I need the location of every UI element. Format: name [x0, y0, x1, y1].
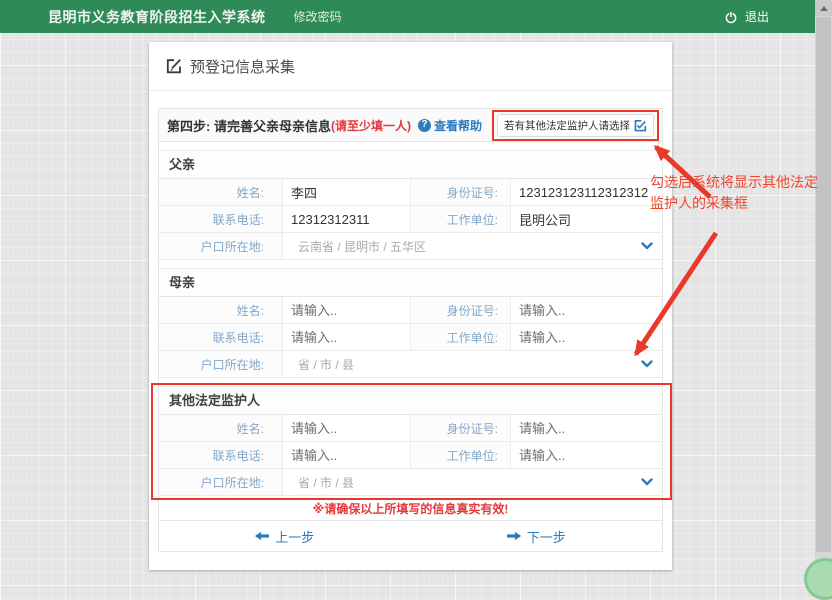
- guardian-region-select[interactable]: 省 / 市 / 县: [283, 469, 632, 495]
- chevron-down-icon[interactable]: [632, 351, 662, 377]
- mother-name-input[interactable]: [291, 303, 410, 318]
- chevron-down-icon[interactable]: [632, 233, 662, 259]
- other-guardian-select-button[interactable]: 若有其他法定监护人请选择: [497, 114, 654, 137]
- validity-notice: ※请确保以上所填写的信息真实有效!: [159, 496, 662, 521]
- guardian-work-label: 工作单位:: [411, 442, 511, 468]
- table-row: 户口所在地: 省 / 市 / 县: [159, 351, 662, 378]
- guardian-id-input[interactable]: [519, 421, 662, 436]
- section-father: 父亲 姓名: 身份证号: 联系电话: 工作单位:: [159, 150, 662, 260]
- scroll-up-icon: [820, 6, 828, 11]
- father-id-input[interactable]: [519, 185, 662, 200]
- next-step-button[interactable]: 下一步: [411, 521, 663, 551]
- guardian-region-label: 户口所在地:: [159, 469, 283, 495]
- form-panel: 第四步: 请完善父亲母亲信息 (请至少填一人) ? 查看帮助 若有其他法定监护人…: [158, 108, 663, 552]
- father-work-input[interactable]: [519, 212, 662, 227]
- section-mother-title: 母亲: [159, 268, 662, 297]
- step-title: 第四步: 请完善父亲母亲信息: [167, 116, 331, 135]
- help-label: 查看帮助: [434, 117, 482, 134]
- vertical-scrollbar[interactable]: [815, 0, 832, 584]
- power-icon: [724, 10, 738, 24]
- table-row: 姓名: 身份证号:: [159, 415, 662, 442]
- father-phone-label: 联系电话:: [159, 206, 283, 232]
- chevron-down-icon[interactable]: [632, 469, 662, 495]
- table-row: 户口所在地: 云南省 / 昆明市 / 五华区: [159, 233, 662, 260]
- father-name-input[interactable]: [291, 185, 410, 200]
- card-header: 预登记信息采集: [149, 42, 672, 91]
- logout-label: 退出: [745, 8, 769, 25]
- guardian-id-label: 身份证号:: [411, 415, 511, 441]
- father-phone-input[interactable]: [291, 212, 410, 227]
- table-row: 联系电话: 工作单位:: [159, 206, 662, 233]
- prev-step-button[interactable]: 上一步: [159, 521, 411, 551]
- checkbox-edit-icon: [634, 119, 647, 132]
- pre-registration-card: 预登记信息采集 第四步: 请完善父亲母亲信息 (请至少填一人) ? 查看帮助 若…: [149, 42, 672, 570]
- step-hint: (请至少填一人): [331, 117, 411, 134]
- scroll-up-button[interactable]: [815, 0, 832, 16]
- top-navbar: 昆明市义务教育阶段招生入学系统 修改密码 退出: [0, 0, 815, 33]
- table-row: 联系电话: 工作单位:: [159, 324, 662, 351]
- section-other-guardian: 其他法定监护人 姓名: 身份证号: 联系电话: 工作单位:: [159, 386, 662, 496]
- wizard-nav: 上一步 下一步: [159, 521, 662, 551]
- guardian-name-input[interactable]: [291, 421, 410, 436]
- prev-step-label: 上一步: [275, 527, 314, 546]
- mother-phone-input[interactable]: [291, 330, 410, 345]
- mother-region-label: 户口所在地:: [159, 351, 283, 377]
- mother-work-label: 工作单位:: [411, 324, 511, 350]
- father-name-label: 姓名:: [159, 179, 283, 205]
- father-work-label: 工作单位:: [411, 206, 511, 232]
- next-step-label: 下一步: [527, 527, 566, 546]
- father-region-label: 户口所在地:: [159, 233, 283, 259]
- mother-work-input[interactable]: [519, 330, 662, 345]
- mother-id-label: 身份证号:: [411, 297, 511, 323]
- section-mother: 母亲 姓名: 身份证号: 联系电话: 工作单位:: [159, 268, 662, 378]
- father-region-select[interactable]: 云南省 / 昆明市 / 五华区: [283, 233, 632, 259]
- corner-floating-button[interactable]: [804, 558, 832, 600]
- guardian-phone-label: 联系电话:: [159, 442, 283, 468]
- step-header: 第四步: 请完善父亲母亲信息 (请至少填一人) ? 查看帮助 若有其他法定监护人…: [159, 109, 662, 142]
- section-other-guardian-title: 其他法定监护人: [159, 386, 662, 415]
- father-id-label: 身份证号:: [411, 179, 511, 205]
- view-help-link[interactable]: ? 查看帮助: [418, 117, 482, 134]
- logout-button[interactable]: 退出: [724, 0, 769, 33]
- app-title: 昆明市义务教育阶段招生入学系统: [48, 7, 266, 27]
- question-icon: ?: [418, 119, 431, 132]
- table-row: 联系电话: 工作单位:: [159, 442, 662, 469]
- mother-name-label: 姓名:: [159, 297, 283, 323]
- guardian-button-label: 若有其他法定监护人请选择: [504, 118, 630, 133]
- mother-phone-label: 联系电话:: [159, 324, 283, 350]
- annotation-line-2: 监护人的采集框: [650, 193, 830, 214]
- section-father-title: 父亲: [159, 150, 662, 179]
- mother-id-input[interactable]: [519, 303, 662, 318]
- guardian-phone-input[interactable]: [291, 448, 410, 463]
- change-password-link[interactable]: 修改密码: [294, 8, 342, 25]
- arrow-right-icon: [507, 531, 521, 541]
- page-title: 预登记信息采集: [190, 56, 295, 77]
- guardian-button-wrap: 若有其他法定监护人请选择: [497, 114, 654, 137]
- edit-icon: [166, 58, 182, 74]
- table-row: 姓名: 身份证号:: [159, 297, 662, 324]
- arrow-left-icon: [255, 531, 269, 541]
- annotation-line-1: 勾选后系统将显示其他法定: [650, 172, 830, 193]
- mother-region-select[interactable]: 省 / 市 / 县: [283, 351, 632, 377]
- annotation-note: 勾选后系统将显示其他法定 监护人的采集框: [650, 172, 830, 214]
- guardian-name-label: 姓名:: [159, 415, 283, 441]
- guardian-work-input[interactable]: [519, 448, 662, 463]
- scrollbar-thumb[interactable]: [816, 17, 831, 552]
- table-row: 户口所在地: 省 / 市 / 县: [159, 469, 662, 496]
- table-row: 姓名: 身份证号:: [159, 179, 662, 206]
